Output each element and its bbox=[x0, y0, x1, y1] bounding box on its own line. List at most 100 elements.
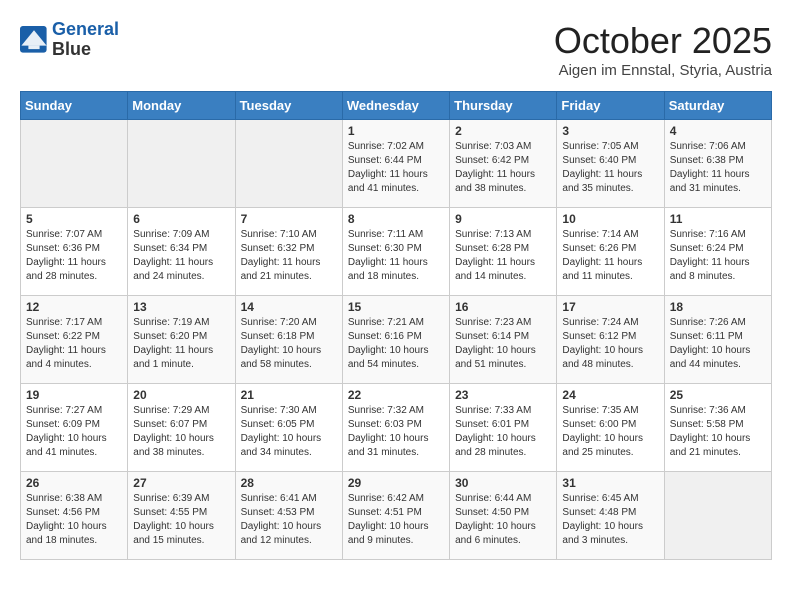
day-number: 4 bbox=[670, 124, 766, 138]
calendar-cell: 20 Sunrise: 7:29 AM Sunset: 6:07 PM Dayli… bbox=[128, 384, 235, 472]
calendar-cell: 8Sunrise: 7:11 AM Sunset: 6:30 PM Daylig… bbox=[342, 208, 449, 296]
calendar-cell: 15 Sunrise: 7:21 AM Sunset: 6:16 PM Dayli… bbox=[342, 296, 449, 384]
calendar-cell: 25 Sunrise: 7:36 AM Sunset: 5:58 PM Dayli… bbox=[664, 384, 771, 472]
day-info: Sunrise: 7:09 AM Sunset: 6:34 PM Dayligh… bbox=[133, 228, 229, 284]
page-header: General Blue October 2025 Aigen im Ennst… bbox=[20, 20, 772, 79]
weekday-header-monday: Monday bbox=[128, 92, 235, 120]
calendar-cell: 22Sunrise: 7:32 AM Sunset: 6:03 PM Dayli… bbox=[342, 384, 449, 472]
day-number: 25 bbox=[670, 388, 766, 402]
calendar-cell: 13 Sunrise: 7:19 AM Sunset: 6:20 PM Dayli… bbox=[128, 296, 235, 384]
calendar-cell: 3 Sunrise: 7:05 AM Sunset: 6:40 PM Daylig… bbox=[557, 120, 664, 208]
calendar-week-5: 26 Sunrise: 6:38 AM Sunset: 4:56 PM Dayli… bbox=[21, 472, 772, 560]
day-info: Sunrise: 7:14 AM Sunset: 6:26 PM Dayligh… bbox=[562, 228, 658, 284]
day-number: 12 bbox=[26, 300, 122, 314]
day-number: 15 bbox=[348, 300, 444, 314]
calendar-cell: 31Sunrise: 6:45 AM Sunset: 4:48 PM Dayli… bbox=[557, 472, 664, 560]
day-number: 27 bbox=[133, 476, 229, 490]
calendar-cell: 17 Sunrise: 7:24 AM Sunset: 6:12 PM Dayli… bbox=[557, 296, 664, 384]
calendar-cell bbox=[21, 120, 128, 208]
day-number: 6 bbox=[133, 212, 229, 226]
day-info: Sunrise: 7:35 AM Sunset: 6:00 PM Dayligh… bbox=[562, 404, 658, 460]
logo-icon bbox=[20, 26, 48, 54]
calendar-cell: 30Sunrise: 6:44 AM Sunset: 4:50 PM Dayli… bbox=[450, 472, 557, 560]
calendar-cell bbox=[128, 120, 235, 208]
day-info: Sunrise: 7:27 AM Sunset: 6:09 PM Dayligh… bbox=[26, 404, 122, 460]
day-info: Sunrise: 7:33 AM Sunset: 6:01 PM Dayligh… bbox=[455, 404, 551, 460]
day-number: 18 bbox=[670, 300, 766, 314]
calendar-body: 1Sunrise: 7:02 AM Sunset: 6:44 PM Daylig… bbox=[21, 120, 772, 560]
calendar-week-3: 12 Sunrise: 7:17 AM Sunset: 6:22 PM Dayli… bbox=[21, 296, 772, 384]
calendar-cell: 6 Sunrise: 7:09 AM Sunset: 6:34 PM Daylig… bbox=[128, 208, 235, 296]
day-number: 21 bbox=[241, 388, 337, 402]
day-info: Sunrise: 7:05 AM Sunset: 6:40 PM Dayligh… bbox=[562, 140, 658, 196]
weekday-header-row: SundayMondayTuesdayWednesdayThursdayFrid… bbox=[21, 92, 772, 120]
day-number: 8 bbox=[348, 212, 444, 226]
calendar-table: SundayMondayTuesdayWednesdayThursdayFrid… bbox=[20, 91, 772, 560]
day-info: Sunrise: 7:24 AM Sunset: 6:12 PM Dayligh… bbox=[562, 316, 658, 372]
day-info: Sunrise: 6:44 AM Sunset: 4:50 PM Dayligh… bbox=[455, 492, 551, 548]
day-number: 10 bbox=[562, 212, 658, 226]
calendar-cell: 26 Sunrise: 6:38 AM Sunset: 4:56 PM Dayli… bbox=[21, 472, 128, 560]
calendar-cell: 7 Sunrise: 7:10 AM Sunset: 6:32 PM Daylig… bbox=[235, 208, 342, 296]
day-number: 13 bbox=[133, 300, 229, 314]
day-number: 28 bbox=[241, 476, 337, 490]
day-number: 7 bbox=[241, 212, 337, 226]
logo: General Blue bbox=[20, 20, 119, 60]
day-info: Sunrise: 6:41 AM Sunset: 4:53 PM Dayligh… bbox=[241, 492, 337, 548]
day-info: Sunrise: 7:20 AM Sunset: 6:18 PM Dayligh… bbox=[241, 316, 337, 372]
calendar-cell: 21Sunrise: 7:30 AM Sunset: 6:05 PM Dayli… bbox=[235, 384, 342, 472]
day-number: 2 bbox=[455, 124, 551, 138]
weekday-header-tuesday: Tuesday bbox=[235, 92, 342, 120]
logo-line2: Blue bbox=[52, 40, 119, 60]
day-number: 11 bbox=[670, 212, 766, 226]
day-info: Sunrise: 7:36 AM Sunset: 5:58 PM Dayligh… bbox=[670, 404, 766, 460]
day-info: Sunrise: 7:21 AM Sunset: 6:16 PM Dayligh… bbox=[348, 316, 444, 372]
day-info: Sunrise: 7:07 AM Sunset: 6:36 PM Dayligh… bbox=[26, 228, 122, 284]
calendar-week-2: 5Sunrise: 7:07 AM Sunset: 6:36 PM Daylig… bbox=[21, 208, 772, 296]
day-info: Sunrise: 7:32 AM Sunset: 6:03 PM Dayligh… bbox=[348, 404, 444, 460]
day-number: 9 bbox=[455, 212, 551, 226]
calendar-cell: 4Sunrise: 7:06 AM Sunset: 6:38 PM Daylig… bbox=[664, 120, 771, 208]
calendar-week-1: 1Sunrise: 7:02 AM Sunset: 6:44 PM Daylig… bbox=[21, 120, 772, 208]
calendar-cell bbox=[235, 120, 342, 208]
day-info: Sunrise: 7:19 AM Sunset: 6:20 PM Dayligh… bbox=[133, 316, 229, 372]
day-info: Sunrise: 7:17 AM Sunset: 6:22 PM Dayligh… bbox=[26, 316, 122, 372]
day-info: Sunrise: 7:03 AM Sunset: 6:42 PM Dayligh… bbox=[455, 140, 551, 196]
calendar-cell: 29 Sunrise: 6:42 AM Sunset: 4:51 PM Dayli… bbox=[342, 472, 449, 560]
calendar-cell: 1Sunrise: 7:02 AM Sunset: 6:44 PM Daylig… bbox=[342, 120, 449, 208]
weekday-header-thursday: Thursday bbox=[450, 92, 557, 120]
day-info: Sunrise: 7:10 AM Sunset: 6:32 PM Dayligh… bbox=[241, 228, 337, 284]
day-number: 20 bbox=[133, 388, 229, 402]
day-info: Sunrise: 7:23 AM Sunset: 6:14 PM Dayligh… bbox=[455, 316, 551, 372]
day-number: 3 bbox=[562, 124, 658, 138]
day-info: Sunrise: 7:16 AM Sunset: 6:24 PM Dayligh… bbox=[670, 228, 766, 284]
day-number: 29 bbox=[348, 476, 444, 490]
weekday-header-friday: Friday bbox=[557, 92, 664, 120]
day-info: Sunrise: 7:29 AM Sunset: 6:07 PM Dayligh… bbox=[133, 404, 229, 460]
calendar-cell: 14Sunrise: 7:20 AM Sunset: 6:18 PM Dayli… bbox=[235, 296, 342, 384]
day-info: Sunrise: 6:42 AM Sunset: 4:51 PM Dayligh… bbox=[348, 492, 444, 548]
calendar-cell: 24 Sunrise: 7:35 AM Sunset: 6:00 PM Dayli… bbox=[557, 384, 664, 472]
day-info: Sunrise: 6:39 AM Sunset: 4:55 PM Dayligh… bbox=[133, 492, 229, 548]
calendar-cell: 23 Sunrise: 7:33 AM Sunset: 6:01 PM Dayli… bbox=[450, 384, 557, 472]
day-number: 16 bbox=[455, 300, 551, 314]
day-number: 17 bbox=[562, 300, 658, 314]
calendar-cell: 18Sunrise: 7:26 AM Sunset: 6:11 PM Dayli… bbox=[664, 296, 771, 384]
day-number: 19 bbox=[26, 388, 122, 402]
day-info: Sunrise: 6:45 AM Sunset: 4:48 PM Dayligh… bbox=[562, 492, 658, 548]
calendar-cell: 12 Sunrise: 7:17 AM Sunset: 6:22 PM Dayli… bbox=[21, 296, 128, 384]
day-number: 1 bbox=[348, 124, 444, 138]
weekday-header-sunday: Sunday bbox=[21, 92, 128, 120]
calendar-cell: 2 Sunrise: 7:03 AM Sunset: 6:42 PM Daylig… bbox=[450, 120, 557, 208]
calendar-cell bbox=[664, 472, 771, 560]
day-number: 23 bbox=[455, 388, 551, 402]
weekday-header-saturday: Saturday bbox=[664, 92, 771, 120]
day-info: Sunrise: 6:38 AM Sunset: 4:56 PM Dayligh… bbox=[26, 492, 122, 548]
day-number: 24 bbox=[562, 388, 658, 402]
calendar-cell: 9 Sunrise: 7:13 AM Sunset: 6:28 PM Daylig… bbox=[450, 208, 557, 296]
calendar-cell: 11 Sunrise: 7:16 AM Sunset: 6:24 PM Dayli… bbox=[664, 208, 771, 296]
day-number: 26 bbox=[26, 476, 122, 490]
calendar-cell: 28 Sunrise: 6:41 AM Sunset: 4:53 PM Dayli… bbox=[235, 472, 342, 560]
calendar-cell: 5Sunrise: 7:07 AM Sunset: 6:36 PM Daylig… bbox=[21, 208, 128, 296]
day-info: Sunrise: 7:13 AM Sunset: 6:28 PM Dayligh… bbox=[455, 228, 551, 284]
